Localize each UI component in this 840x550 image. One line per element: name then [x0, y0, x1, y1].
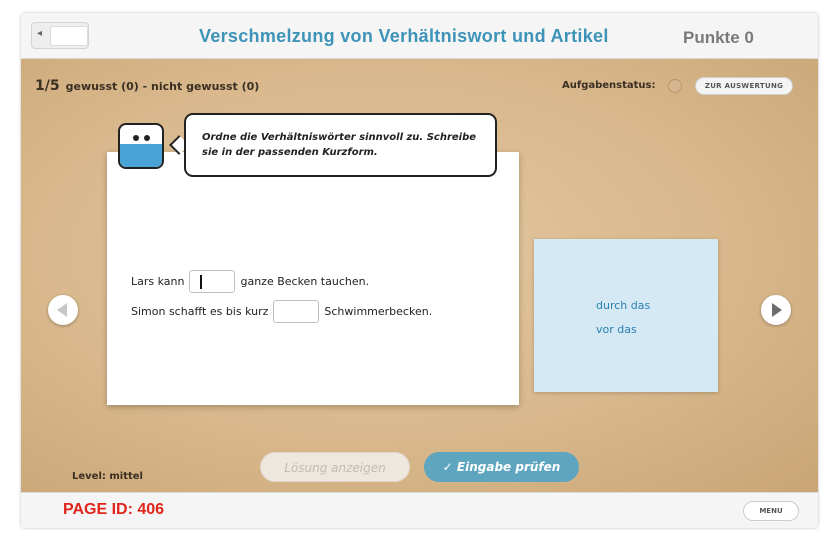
sentence-1-after: ganze Becken tauchen. [240, 275, 370, 288]
instruction-bubble: Ordne die Verhältniswörter sinnvoll zu. … [184, 113, 497, 177]
progress-number: 1/5 [35, 78, 60, 94]
gap-input-2[interactable] [273, 300, 320, 323]
sentence-1: Lars kann ganze Becken tauchen. [131, 270, 369, 293]
level-label: Level: mittel [72, 471, 143, 482]
mascot-eye-icon [133, 135, 139, 141]
evaluation-button[interactable]: ZUR AUSWERTUNG [695, 77, 793, 95]
word-tile[interactable]: vor das [596, 323, 637, 336]
mascot-eye-icon [144, 135, 150, 141]
back-arrow-icon: ◂ [37, 28, 43, 39]
back-tab-icon [50, 26, 88, 46]
task-status-icon [668, 79, 682, 93]
task-status-label: Aufgabenstatus: [562, 80, 656, 91]
word-bank: durch das vor das [534, 239, 718, 392]
word-tile[interactable]: durch das [596, 299, 650, 312]
show-solution-button[interactable]: Lösung anzeigen [260, 452, 410, 482]
sentence-2-before: Simon schafft es bis kurz [131, 305, 269, 318]
check-input-button[interactable]: ✓ Eingabe prüfen [424, 452, 579, 482]
progress-indicator: 1/5 gewusst (0) - nicht gewusst (0) [35, 78, 259, 94]
sentence-1-before: Lars kann [131, 275, 185, 288]
app-window: ◂ Verschmelzung von Verhältniswort und A… [21, 13, 818, 528]
next-arrow-button[interactable] [761, 295, 791, 325]
arrow-right-icon [772, 303, 782, 317]
progress-text: gewusst (0) - nicht gewusst (0) [65, 80, 260, 93]
sentence-2-after: Schwimmerbecken. [324, 305, 433, 318]
exercise-stage: 1/5 gewusst (0) - nicht gewusst (0) Aufga… [21, 59, 818, 492]
page-title: Verschmelzung von Verhältniswort und Art… [199, 26, 609, 46]
arrow-left-icon [57, 303, 67, 317]
gap-input-1[interactable] [189, 270, 236, 293]
score-display: Punkte 0 [683, 28, 754, 47]
mascot-icon [118, 123, 164, 169]
sentence-2: Simon schafft es bis kurz Schwimmerbecke… [131, 300, 432, 323]
menu-button[interactable]: MENU [743, 501, 799, 521]
header-bar: ◂ Verschmelzung von Verhältniswort und A… [21, 13, 818, 59]
footer-bar: PAGE ID: 406 MENU [21, 492, 818, 528]
check-input-label: Eingabe prüfen [456, 460, 561, 474]
checkmark-icon: ✓ [442, 460, 453, 474]
previous-arrow-button[interactable] [48, 295, 78, 325]
page-id-label: PAGE ID: 406 [63, 501, 165, 518]
back-button[interactable]: ◂ [31, 22, 89, 49]
